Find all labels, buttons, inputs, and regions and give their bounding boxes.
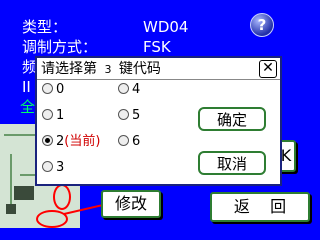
bg-hidden-button-label: K <box>280 146 292 165</box>
help-icon[interactable]: ? <box>250 13 274 37</box>
type-value: WD04 <box>143 18 189 36</box>
option-4[interactable]: 4 <box>118 82 140 98</box>
option-1-label: 1 <box>56 108 65 123</box>
option-5-label: 5 <box>132 108 141 123</box>
bg-line5: 全 <box>20 98 36 116</box>
back-button[interactable]: 返 回 <box>210 192 310 222</box>
modify-button[interactable]: 修改 <box>101 190 161 218</box>
mod-value: FSK <box>143 38 171 56</box>
dialog-title-number: 3 <box>104 63 112 76</box>
radio-2-checked[interactable] <box>42 135 53 146</box>
option-6[interactable]: 6 <box>118 134 140 150</box>
bg-line4: II <box>22 78 31 96</box>
radio-5[interactable] <box>118 109 129 120</box>
radio-0[interactable] <box>42 83 53 94</box>
dialog-title-prefix: 请选择第 <box>41 61 97 77</box>
close-icon[interactable]: ✕ <box>259 60 277 78</box>
current-tag: (当前) <box>64 134 101 149</box>
key-highlight-upper <box>53 184 71 210</box>
option-6-label: 6 <box>132 134 141 149</box>
dialog-title: 请选择第 3 键代码 <box>37 58 280 80</box>
mod-label: 调制方式： <box>22 38 98 56</box>
radio-3[interactable] <box>42 161 53 172</box>
confirm-button[interactable]: 确定 <box>198 107 266 131</box>
option-0[interactable]: 0 <box>42 82 64 98</box>
option-1[interactable]: 1 <box>42 108 64 124</box>
option-2[interactable]: 2(当前) <box>42 134 100 150</box>
key-code-dialog: 请选择第 3 键代码 ✕ 0 1 2(当前) 3 4 5 6 确定 取消 <box>35 56 282 186</box>
radio-6[interactable] <box>118 135 129 146</box>
radio-1[interactable] <box>42 109 53 120</box>
option-0-label: 0 <box>56 82 65 97</box>
cancel-button[interactable]: 取消 <box>198 151 266 175</box>
option-5[interactable]: 5 <box>118 108 140 124</box>
dialog-title-suffix: 键代码 <box>118 61 161 77</box>
type-label: 类型： <box>22 18 68 36</box>
option-4-label: 4 <box>132 82 141 97</box>
option-3[interactable]: 3 <box>42 160 64 176</box>
option-3-label: 3 <box>56 160 65 175</box>
radio-4[interactable] <box>118 83 129 94</box>
